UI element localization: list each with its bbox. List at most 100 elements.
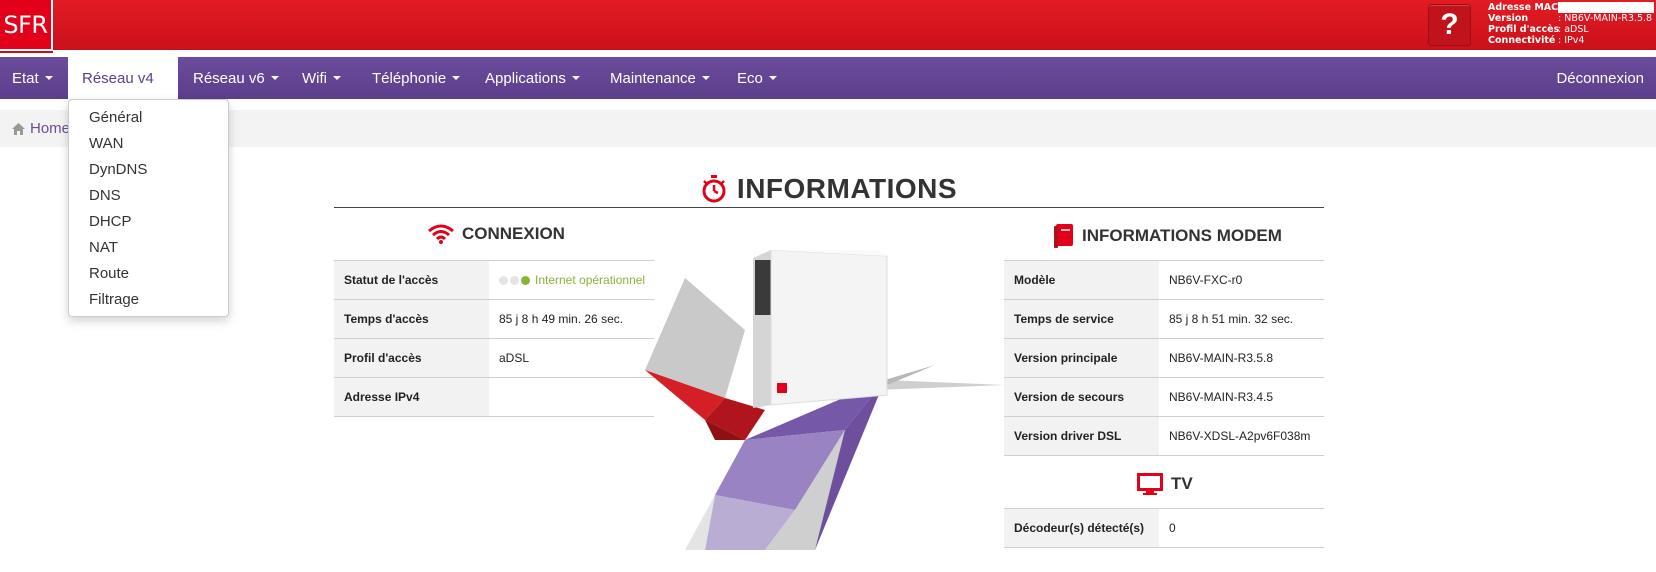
caret-down-icon — [333, 76, 341, 80]
header-divider — [53, 50, 1656, 53]
nav-label: Wifi — [302, 69, 327, 87]
row-value — [489, 377, 654, 417]
nav-label: Eco — [737, 69, 763, 87]
tv-title-text: TV — [1171, 474, 1193, 493]
info-label: Connectivité — [1488, 35, 1556, 46]
info-profile-row: Profil d'accès : aDSL — [1488, 24, 1654, 35]
book-icon — [1054, 224, 1073, 248]
row-value: NB6V-MAIN-R3.4.5 — [1159, 377, 1324, 417]
info-label: Adresse MAC — [1488, 2, 1559, 13]
status-indicator: Internet opérationnel — [499, 273, 654, 287]
row-label: Statut de l'accès — [334, 260, 489, 300]
tv-title: TV — [1137, 473, 1193, 495]
device-info: Adresse MAC Version : NB6V-MAIN-R3.5.8 P… — [1488, 2, 1654, 46]
table-row: Version driver DSL NB6V-XDSL-A2pv6F038m — [1004, 416, 1324, 456]
row-label: Version principale — [1004, 338, 1159, 378]
nav-applications[interactable]: Applications — [485, 57, 580, 99]
sfr-logo[interactable]: SFR — [0, 0, 53, 51]
breadcrumb-home-label: Home — [30, 120, 71, 137]
menu-item-dyndns[interactable]: DynDNS — [69, 157, 228, 183]
nav-label: Réseau v6 — [193, 69, 265, 87]
stopwatch-icon — [702, 174, 726, 202]
reseau-v4-dropdown: Général WAN DynDNS DNS DHCP NAT Route Fi… — [68, 99, 229, 317]
row-label: Version driver DSL — [1004, 416, 1159, 456]
table-row: Profil d'accès aDSL — [334, 338, 654, 378]
status-light-icon — [510, 275, 519, 285]
main-nav: Etat Réseau v4 Réseau v6 Wifi Téléphonie… — [0, 57, 1656, 99]
table-row: Adresse IPv4 — [334, 377, 654, 417]
nav-wifi[interactable]: Wifi — [302, 57, 341, 99]
connexion-title: CONNEXION — [428, 224, 565, 244]
row-label: Temps de service — [1004, 299, 1159, 339]
nav-label: Maintenance — [610, 69, 696, 87]
nav-eco[interactable]: Eco — [737, 57, 777, 99]
info-version-row: Version : NB6V-MAIN-R3.5.8 — [1488, 13, 1654, 24]
header-bar: SFR ? Adresse MAC Version : NB6V-MAIN-R3… — [0, 0, 1656, 53]
caret-down-icon — [701, 76, 710, 80]
menu-item-nat[interactable]: NAT — [69, 235, 228, 261]
wifi-icon — [428, 224, 454, 244]
menu-item-filtrage[interactable]: Filtrage — [69, 287, 228, 313]
table-row: Version principale NB6V-MAIN-R3.5.8 — [1004, 338, 1324, 378]
nav-label: Applications — [485, 69, 566, 87]
page-title: INFORMATIONS — [334, 170, 1324, 208]
menu-item-route[interactable]: Route — [69, 261, 228, 287]
caret-down-icon — [571, 76, 580, 80]
table-row: Temps de service 85 j 8 h 51 min. 32 sec… — [1004, 299, 1324, 339]
row-value: 0 — [1159, 508, 1324, 548]
table-row: Temps d'accès 85 j 8 h 49 min. 26 sec. — [334, 299, 654, 339]
row-value: aDSL — [489, 338, 654, 378]
row-label: Adresse IPv4 — [334, 377, 489, 417]
row-label: Version de secours — [1004, 377, 1159, 417]
row-value: Internet opérationnel — [489, 260, 654, 300]
row-label: Temps d'accès — [334, 299, 489, 339]
nav-label: Réseau v4 — [82, 69, 154, 87]
table-row: Modèle NB6V-FXC-r0 — [1004, 260, 1324, 300]
help-button[interactable]: ? — [1428, 4, 1471, 46]
logout-link[interactable]: Déconnexion — [1556, 57, 1644, 99]
connexion-table: Statut de l'accès Internet opérationnel … — [334, 260, 654, 417]
menu-item-dhcp[interactable]: DHCP — [69, 209, 228, 235]
breadcrumb-home[interactable]: Home — [12, 120, 70, 137]
nav-label: Téléphonie — [372, 69, 447, 87]
status-light-icon — [521, 275, 530, 285]
info-value: : NB6V-MAIN-R3.5.8 — [1558, 13, 1653, 24]
caret-down-icon — [44, 76, 53, 80]
info-value: : IPv4 — [1558, 35, 1585, 46]
status-text: Internet opérationnel — [535, 273, 646, 287]
status-light-icon — [499, 275, 508, 285]
menu-item-wan[interactable]: WAN — [69, 131, 228, 157]
nav-label: Etat — [12, 69, 39, 87]
caret-down-icon — [270, 76, 279, 80]
nav-maintenance[interactable]: Maintenance — [610, 57, 710, 99]
menu-item-dns[interactable]: DNS — [69, 183, 228, 209]
tv-icon — [1137, 473, 1163, 495]
row-value: NB6V-XDSL-A2pv6F038m — [1159, 416, 1324, 456]
caret-down-icon — [452, 76, 461, 80]
row-value: 85 j 8 h 49 min. 26 sec. — [489, 299, 654, 339]
breadcrumb: Home — [0, 110, 1656, 147]
row-label: Décodeur(s) détecté(s) — [1004, 508, 1159, 548]
nav-etat[interactable]: Etat — [12, 57, 53, 99]
nav-reseau-v4[interactable]: Réseau v4 — [68, 57, 178, 99]
info-label: Version — [1488, 13, 1529, 24]
info-connectivity-row: Connectivité : IPv4 — [1488, 35, 1654, 46]
nav-telephonie[interactable]: Téléphonie — [372, 57, 461, 99]
modem-title: INFORMATIONS MODEM — [1054, 224, 1282, 248]
nav-reseau-v6[interactable]: Réseau v6 — [193, 57, 279, 99]
row-label: Modèle — [1004, 260, 1159, 300]
table-row: Décodeur(s) détecté(s) 0 — [1004, 508, 1324, 548]
table-row: Statut de l'accès Internet opérationnel — [334, 260, 654, 300]
modem-title-text: INFORMATIONS MODEM — [1082, 226, 1282, 245]
info-mac-row: Adresse MAC — [1488, 2, 1654, 13]
row-label: Profil d'accès — [334, 338, 489, 378]
row-value: 85 j 8 h 51 min. 32 sec. — [1159, 299, 1324, 339]
modem-illustration — [645, 250, 1005, 550]
modem-table: Modèle NB6V-FXC-r0 Temps de service 85 j… — [1004, 260, 1324, 456]
table-row: Version de secours NB6V-MAIN-R3.4.5 — [1004, 377, 1324, 417]
row-value: NB6V-MAIN-R3.5.8 — [1159, 338, 1324, 378]
info-label: Profil d'accès — [1488, 24, 1560, 35]
home-icon — [12, 122, 25, 135]
tv-table: Décodeur(s) détecté(s) 0 — [1004, 508, 1324, 548]
menu-item-general[interactable]: Général — [69, 105, 228, 131]
